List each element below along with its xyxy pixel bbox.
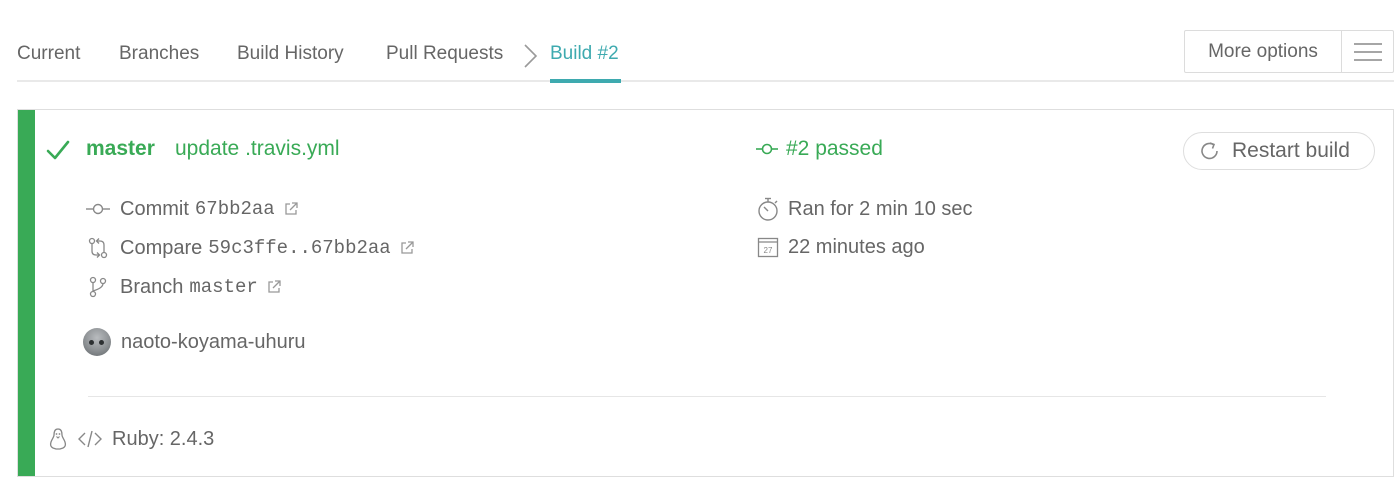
tab-current[interactable]: Current (17, 42, 80, 66)
compare-icon (86, 236, 110, 260)
build-duration: Ran for 2 min 10 sec (788, 198, 973, 220)
tab-build-current[interactable]: Build #2 (550, 42, 619, 66)
card-divider (88, 396, 1326, 397)
build-branch-link[interactable]: master (86, 135, 155, 163)
calendar-icon: 27 (756, 235, 780, 259)
duration-row: Ran for 2 min 10 sec (756, 196, 973, 222)
code-icon (78, 430, 102, 448)
compare-link[interactable]: Compare 59c3ffe..67bb2aa (120, 235, 415, 261)
tab-build-history[interactable]: Build History (237, 42, 344, 66)
external-link-icon[interactable] (266, 279, 282, 295)
ruby-version: Ruby: 2.4.3 (112, 428, 215, 450)
tab-pull-requests[interactable]: Pull Requests (386, 42, 503, 66)
commit-link[interactable]: Commit 67bb2aa (120, 196, 299, 222)
avatar (83, 328, 111, 356)
restart-build-label: Restart build (1232, 139, 1350, 162)
branch-label: Branch (120, 276, 184, 298)
commit-row: Commit 67bb2aa (86, 196, 299, 222)
breadcrumb-chevron-icon (524, 44, 538, 68)
calendar-day: 27 (764, 246, 773, 255)
branch-link[interactable]: Branch master (120, 274, 282, 300)
branch-icon (86, 275, 110, 299)
hamburger-menu-icon[interactable] (1342, 31, 1393, 72)
external-link-icon[interactable] (399, 240, 415, 256)
external-link-icon[interactable] (283, 201, 299, 217)
restart-build-button[interactable]: Restart build (1183, 132, 1375, 170)
branch-row: Branch master (86, 274, 282, 300)
more-options-dropdown[interactable]: More options (1184, 30, 1394, 73)
check-icon (46, 140, 70, 160)
compare-range: 59c3ffe..67bb2aa (208, 237, 391, 259)
build-status-bar (18, 110, 35, 476)
commit-message-link[interactable]: update .travis.yml (175, 135, 340, 163)
commit-sha: 67bb2aa (194, 198, 275, 220)
stopwatch-icon (756, 197, 780, 221)
linux-penguin-icon (49, 428, 67, 450)
build-summary-card: master update .travis.yml #2 passed Rest… (17, 109, 1394, 477)
commit-icon (86, 197, 110, 221)
finished-row: 27 22 minutes ago (756, 234, 925, 260)
restart-icon (1201, 142, 1218, 160)
build-environment-row: Ruby: 2.4.3 (48, 426, 214, 452)
commit-icon (756, 143, 778, 155)
more-options-button[interactable]: More options (1185, 31, 1342, 72)
build-finished-time: 22 minutes ago (788, 236, 925, 258)
build-status-text: #2 passed (786, 137, 883, 160)
compare-row: Compare 59c3ffe..67bb2aa (86, 235, 415, 261)
commit-author-link[interactable]: naoto-koyama-uhuru (121, 329, 306, 355)
build-status: #2 passed (756, 135, 883, 163)
tab-branches[interactable]: Branches (119, 42, 199, 66)
compare-label: Compare (120, 237, 203, 259)
commit-label: Commit (120, 198, 189, 220)
tabs-divider (17, 80, 1394, 82)
branch-value: master (189, 276, 258, 298)
active-tab-indicator (550, 79, 621, 83)
